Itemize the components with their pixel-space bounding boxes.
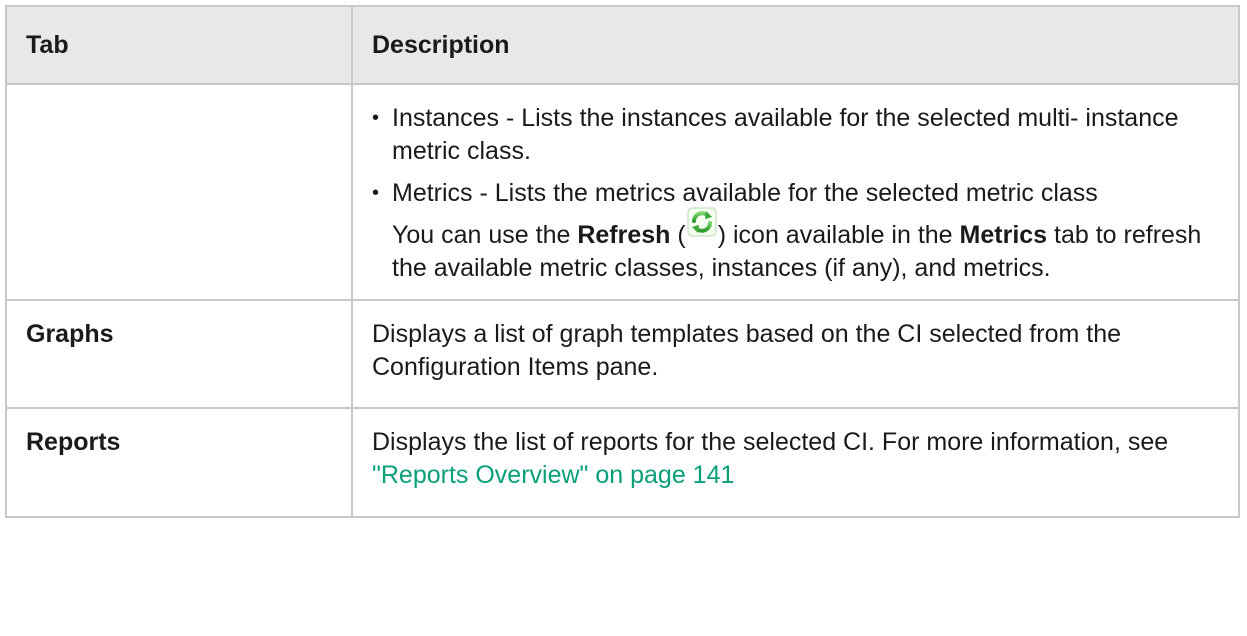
note-prefix: You can use the (392, 221, 578, 249)
list-item-metrics: • Metrics - Lists the metrics available … (372, 177, 1218, 210)
tab-cell-reports: Reports (5, 407, 353, 518)
table-header-row: Tab Description (5, 5, 1240, 85)
bullet-list: • Instances - Lists the instances availa… (372, 102, 1218, 210)
list-item-instances: • Instances - Lists the instances availa… (372, 102, 1218, 168)
description-cell-graphs: Displays a list of graph templates based… (351, 299, 1240, 409)
reports-description-text: Displays the list of reports for the sel… (372, 428, 1169, 456)
bullet-icon: • (372, 107, 380, 129)
tab-cell-graphs: Graphs (5, 299, 353, 409)
tab-cell-empty (5, 83, 353, 301)
note-open-paren: ( (670, 221, 686, 249)
refresh-icon (687, 207, 717, 237)
description-cell-metrics: • Instances - Lists the instances availa… (351, 83, 1240, 301)
table-row-graphs: Graphs Displays a list of graph template… (5, 299, 1240, 409)
bullet-icon: • (372, 182, 380, 204)
note-middle: ) icon available in the (717, 221, 960, 249)
list-item-text: Metrics - Lists the metrics available fo… (392, 179, 1098, 207)
header-tab: Tab (5, 5, 353, 85)
header-description: Description (351, 5, 1240, 85)
description-cell-reports: Displays the list of reports for the sel… (351, 407, 1240, 518)
list-item-text: Instances - Lists the instances availabl… (392, 104, 1179, 165)
reports-overview-link[interactable]: "Reports Overview" on page 141 (372, 461, 734, 489)
refresh-note: You can use the Refresh () icon availab… (392, 207, 1218, 285)
refresh-label: Refresh (577, 221, 671, 249)
table-row-metrics: • Instances - Lists the instances availa… (5, 83, 1240, 301)
tab-description-table: Tab Description • Instances - Lists the … (5, 5, 1240, 518)
table-row-reports: Reports Displays the list of reports for… (5, 407, 1240, 518)
metrics-label: Metrics (959, 221, 1048, 249)
